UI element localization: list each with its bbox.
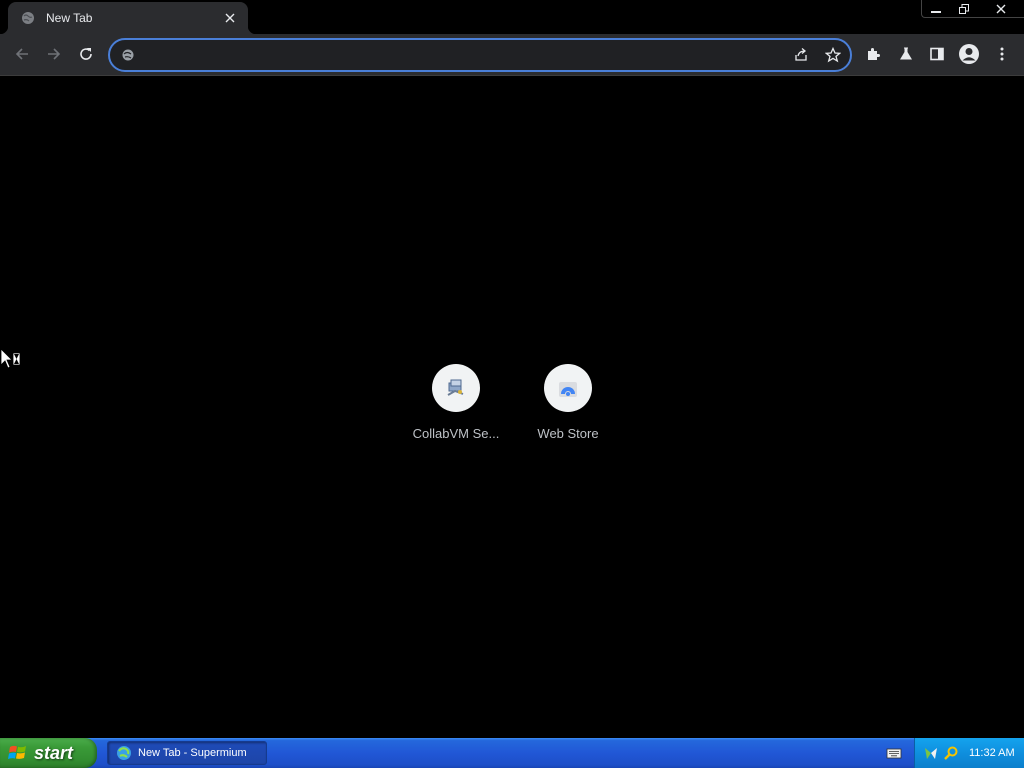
- shortcut-collabvm[interactable]: CollabVM Se...: [400, 364, 512, 454]
- taskbar-item-label: New Tab - Supermium: [138, 747, 247, 759]
- arrow-right-icon: [48, 48, 61, 60]
- close-icon[interactable]: [222, 10, 238, 26]
- tab-strip: New Tab: [0, 0, 1024, 34]
- share-button[interactable]: [788, 42, 814, 68]
- taskbar: start New Tab - Supermium 11:32 AM: [0, 738, 1024, 768]
- shortcut-icon-tile: [432, 364, 480, 412]
- collabvm-icon: [447, 379, 464, 396]
- globe-icon: [20, 10, 36, 26]
- window-controls: [921, 0, 1024, 18]
- web-store-icon: [559, 382, 577, 397]
- bookmark-button[interactable]: [820, 42, 846, 68]
- busy-cursor-icon: [0, 348, 24, 370]
- network-icon[interactable]: [923, 745, 939, 761]
- puzzle-icon: [868, 48, 880, 60]
- restore-icon: [959, 4, 969, 14]
- tab-title: New Tab: [46, 11, 93, 25]
- search-icon[interactable]: [943, 745, 959, 761]
- reload-button[interactable]: [71, 39, 101, 69]
- windows-logo-icon: [8, 745, 26, 759]
- side-panel-button[interactable]: [922, 39, 952, 69]
- start-button[interactable]: start: [0, 738, 97, 768]
- site-info-icon[interactable]: [120, 47, 136, 63]
- share-icon: [795, 48, 807, 61]
- minimize-button[interactable]: [922, 0, 950, 17]
- close-window-button[interactable]: [978, 0, 1024, 17]
- supermium-app-icon: [117, 746, 131, 760]
- start-label: start: [34, 742, 74, 763]
- browser-toolbar: [0, 34, 1024, 76]
- system-tray: 11:32 AM: [914, 738, 1024, 768]
- profile-button[interactable]: [954, 39, 984, 69]
- arrow-left-icon: [15, 48, 28, 60]
- kebab-menu-icon: [1000, 47, 1004, 61]
- close-icon: [996, 4, 1006, 14]
- clock: 11:32 AM: [969, 747, 1015, 759]
- forward-button[interactable]: [39, 39, 69, 69]
- flask-icon: [900, 47, 912, 60]
- back-button[interactable]: [7, 39, 37, 69]
- minimize-icon: [931, 11, 941, 13]
- shortcut-web-store[interactable]: Web Store: [512, 364, 624, 454]
- shortcut-label: Web Store: [537, 426, 599, 441]
- star-icon: [825, 47, 841, 63]
- address-input[interactable]: [144, 44, 774, 66]
- menu-button[interactable]: [987, 39, 1017, 69]
- shortcut-icon-tile: [544, 364, 592, 412]
- restore-button[interactable]: [950, 0, 978, 17]
- taskbar-item-supermium[interactable]: New Tab - Supermium: [107, 741, 267, 765]
- new-tab-page: CollabVM Se... Web Store: [0, 77, 1024, 738]
- extensions-button[interactable]: [859, 39, 889, 69]
- shortcut-label: CollabVM Se...: [412, 426, 500, 441]
- labs-button[interactable]: [891, 39, 921, 69]
- keyboard-icon[interactable]: [886, 746, 902, 760]
- reload-icon: [80, 48, 92, 60]
- tab-new-tab[interactable]: New Tab: [0, 2, 256, 34]
- side-panel-icon: [930, 47, 944, 61]
- account-icon: [959, 44, 979, 64]
- address-bar[interactable]: [108, 38, 852, 72]
